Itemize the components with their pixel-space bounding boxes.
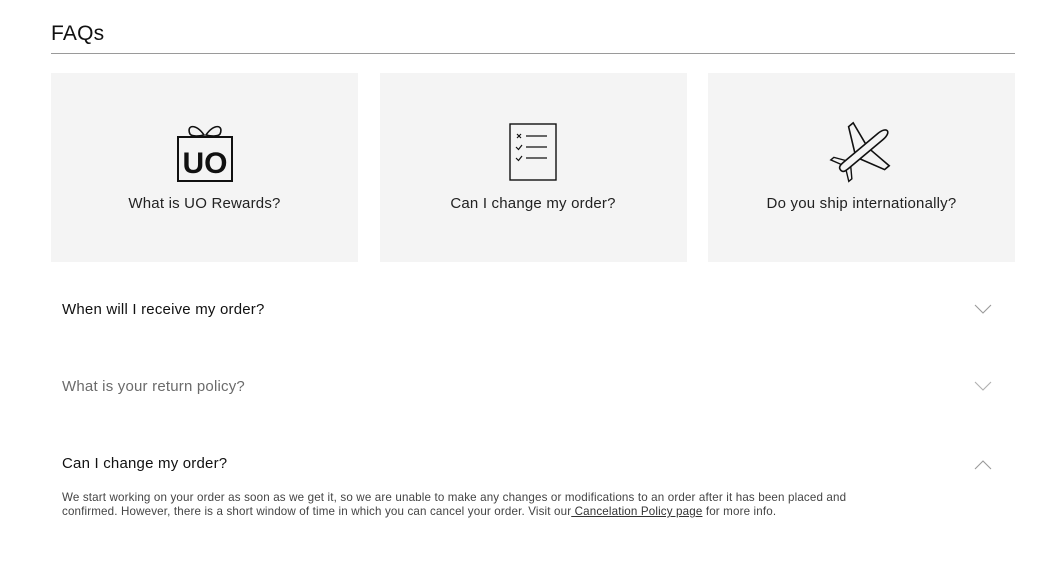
faq-answer: We start working on your order as soon a… xyxy=(62,491,862,519)
card-label: What is UO Rewards? xyxy=(128,195,281,212)
chevron-down-icon xyxy=(974,304,992,314)
faq-question: When will I receive my order? xyxy=(62,301,265,318)
faq-item-change-order[interactable]: Can I change my order? xyxy=(51,444,1015,484)
faq-item-receive-order[interactable]: When will I receive my order? xyxy=(51,290,1015,330)
faq-item-return-policy[interactable]: What is your return policy? xyxy=(51,367,1015,407)
card-uo-rewards[interactable]: UO What is UO Rewards? xyxy=(51,73,358,262)
page-title: FAQs xyxy=(51,22,105,45)
cancelation-policy-link[interactable]: Cancelation Policy page xyxy=(571,505,703,518)
gift-box-uo-icon: UO xyxy=(170,117,240,187)
card-label: Do you ship internationally? xyxy=(766,195,957,212)
faq-quick-cards: UO What is UO Rewards? Can I change my o… xyxy=(51,73,1015,262)
card-change-order[interactable]: Can I change my order? xyxy=(379,73,687,262)
card-ship-internationally[interactable]: Do you ship internationally? xyxy=(708,73,1015,262)
chevron-down-icon xyxy=(974,381,992,391)
gift-box-text: UO xyxy=(182,147,227,180)
chevron-up-icon xyxy=(974,460,992,470)
airplane-icon xyxy=(827,117,897,187)
card-label: Can I change my order? xyxy=(450,195,616,212)
faq-answer-suffix: for more info. xyxy=(702,505,777,518)
faq-question: Can I change my order? xyxy=(62,455,228,472)
checklist-icon xyxy=(498,117,568,187)
faq-header: FAQs xyxy=(51,22,1015,54)
faq-question: What is your return policy? xyxy=(62,378,245,395)
